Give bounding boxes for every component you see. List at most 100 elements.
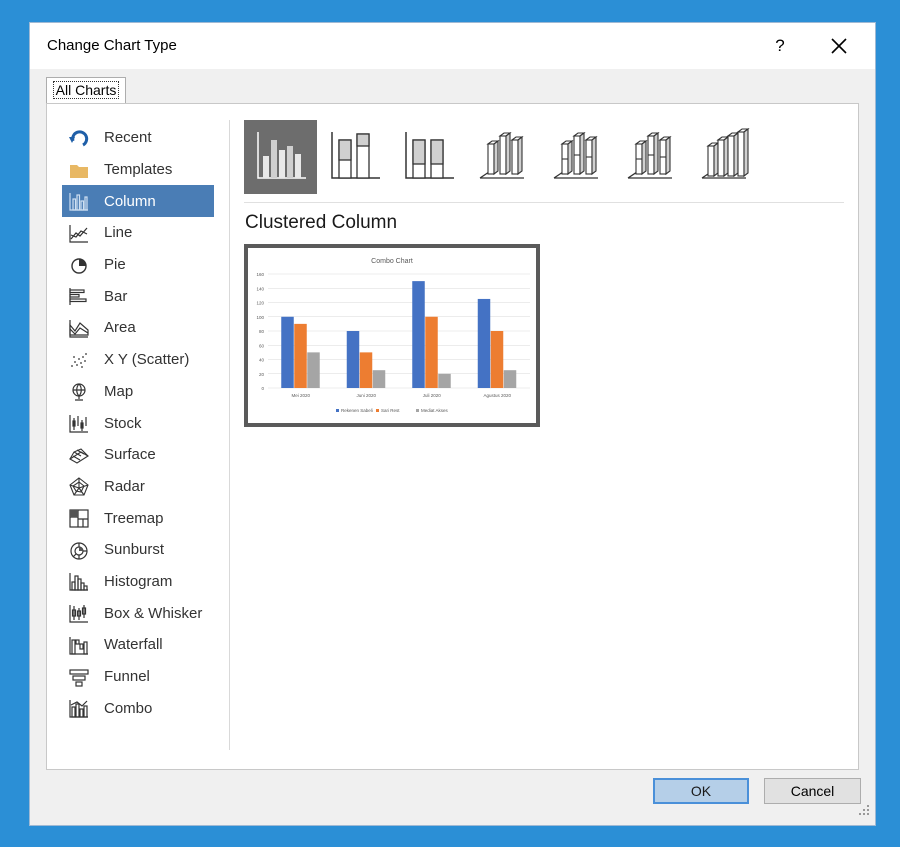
line-chart-icon xyxy=(67,222,91,244)
horizontal-divider xyxy=(244,202,844,203)
sidebar-item-pie[interactable]: Pie xyxy=(62,249,214,281)
y-tick-label: 100 xyxy=(256,315,264,320)
3d-column-icon xyxy=(694,126,756,189)
resize-grip-icon[interactable] xyxy=(857,803,871,817)
3d-100-stacked-column-icon xyxy=(620,126,682,189)
3d-clustered-column-icon xyxy=(472,126,534,189)
variant-3d-clustered-column[interactable] xyxy=(466,120,539,194)
sidebar-item-stock[interactable]: Stock xyxy=(62,407,214,439)
dialog-title: Change Chart Type xyxy=(47,37,177,54)
sidebar-item-recent[interactable]: Recent xyxy=(62,122,214,154)
bar-sari-rest xyxy=(294,323,307,388)
recent-icon xyxy=(67,127,91,149)
variant-3d-column[interactable] xyxy=(688,120,761,194)
variant-stacked-column[interactable] xyxy=(318,120,391,194)
sidebar-item-label: Recent xyxy=(104,129,152,147)
sidebar-item-label: Area xyxy=(104,319,136,337)
bar-mediat-akses xyxy=(307,352,320,388)
y-tick-label: 0 xyxy=(261,386,264,391)
sidebar-item-label: Stock xyxy=(104,414,142,432)
chart-category-list: Recent Templates Column Line Pie Bar Area X Y (… xyxy=(62,122,214,724)
y-tick-label: 120 xyxy=(256,301,264,306)
sidebar-item-map[interactable]: Map xyxy=(62,376,214,408)
box-whisker-chart-icon xyxy=(67,602,91,624)
close-icon xyxy=(831,38,847,54)
close-button[interactable] xyxy=(825,32,853,60)
help-button[interactable]: ? xyxy=(767,33,793,59)
radar-chart-icon xyxy=(67,475,91,497)
clustered-column-icon xyxy=(250,126,312,189)
area-chart-icon xyxy=(67,317,91,339)
bar-rekenen-sabeli xyxy=(346,331,360,388)
100-stacked-column-icon xyxy=(398,126,460,189)
combo-chart-icon xyxy=(67,697,91,719)
bar-mediat-akses xyxy=(438,373,451,388)
sidebar-item-radar[interactable]: Radar xyxy=(62,471,214,503)
legend-swatch xyxy=(376,409,379,412)
sidebar-item-histogram[interactable]: Histogram xyxy=(62,566,214,598)
sidebar-item-templates[interactable]: Templates xyxy=(62,154,214,186)
sidebar-item-label: Bar xyxy=(104,287,128,305)
sidebar-item-label: Combo xyxy=(104,699,153,717)
sidebar-item-treemap[interactable]: Treemap xyxy=(62,502,214,534)
variant-100-stacked-column[interactable] xyxy=(392,120,465,194)
sidebar-item-label: Histogram xyxy=(104,572,173,590)
chart-type-panel: Recent Templates Column Line Pie Bar Area X Y (… xyxy=(46,103,859,770)
bar-sari-rest xyxy=(425,316,438,388)
sidebar-item-box-whisker[interactable]: Box & Whisker xyxy=(62,597,214,629)
tab-all-charts[interactable]: All Charts xyxy=(46,77,126,103)
chart-preview[interactable]: Combo Chart 0 20 40 60 80 100 120 140 160 Mei 2020… xyxy=(244,244,540,427)
sidebar-item-label: Pie xyxy=(104,256,126,274)
vertical-divider xyxy=(229,120,230,750)
variant-3d-stacked-column[interactable] xyxy=(540,120,613,194)
sidebar-item-label: Line xyxy=(104,224,133,242)
waterfall-chart-icon xyxy=(67,634,91,656)
sidebar-item-surface[interactable]: Surface xyxy=(62,439,214,471)
legend-entry: Sari Rest xyxy=(381,408,400,413)
y-tick-label: 20 xyxy=(259,372,265,377)
legend-swatch xyxy=(336,409,339,412)
sidebar-item-bar[interactable]: Bar xyxy=(62,280,214,312)
bar-mediat-akses xyxy=(372,370,386,388)
bar-sari-rest xyxy=(490,331,504,388)
cancel-button[interactable]: Cancel xyxy=(764,778,861,804)
legend-entry: Mediat Akses xyxy=(421,408,449,413)
sidebar-item-combo[interactable]: Combo xyxy=(62,692,214,724)
map-chart-icon xyxy=(67,380,91,402)
treemap-chart-icon xyxy=(67,507,91,529)
legend-swatch xyxy=(416,409,419,412)
sidebar-item-funnel[interactable]: Funnel xyxy=(62,661,214,693)
variant-clustered-column[interactable] xyxy=(244,120,317,194)
sidebar-item-label: X Y (Scatter) xyxy=(104,351,190,369)
sidebar-item-label: Surface xyxy=(104,446,156,464)
sidebar-item-area[interactable]: Area xyxy=(62,312,214,344)
variant-3d-100-stacked-column[interactable] xyxy=(614,120,687,194)
ok-button[interactable]: OK xyxy=(653,778,749,804)
sidebar-item-label: Treemap xyxy=(104,509,164,527)
y-tick-label: 160 xyxy=(256,272,264,277)
sidebar-item-x-y-scatter[interactable]: X Y (Scatter) xyxy=(62,344,214,376)
histogram-chart-icon xyxy=(67,570,91,592)
sidebar-item-waterfall[interactable]: Waterfall xyxy=(62,629,214,661)
sidebar-item-label: Funnel xyxy=(104,668,150,686)
legend-entry: Rekenen Sabeli xyxy=(341,408,373,413)
preview-chart: Combo Chart 0 20 40 60 80 100 120 140 160 Mei 2020… xyxy=(256,258,530,413)
scatter-chart-icon xyxy=(67,349,91,371)
y-tick-label: 140 xyxy=(256,286,264,291)
sunburst-chart-icon xyxy=(67,539,91,561)
sidebar-item-line[interactable]: Line xyxy=(62,217,214,249)
stock-chart-icon xyxy=(67,412,91,434)
funnel-chart-icon xyxy=(67,666,91,688)
3d-stacked-column-icon xyxy=(546,126,608,189)
sidebar-item-column[interactable]: Column xyxy=(62,185,214,218)
sidebar-item-label: Waterfall xyxy=(104,636,163,654)
sidebar-item-label: Templates xyxy=(104,161,173,179)
y-tick-label: 60 xyxy=(259,343,265,348)
x-tick-label: Juni 2020 xyxy=(356,393,376,398)
bar-rekenen-sabeli xyxy=(281,316,294,388)
sidebar-item-label: Sunburst xyxy=(104,541,165,559)
x-tick-label: Mei 2020 xyxy=(291,393,310,398)
column-chart-icon xyxy=(67,190,91,212)
sidebar-item-sunburst[interactable]: Sunburst xyxy=(62,534,214,566)
title-bar: Change Chart Type ? xyxy=(30,23,875,69)
